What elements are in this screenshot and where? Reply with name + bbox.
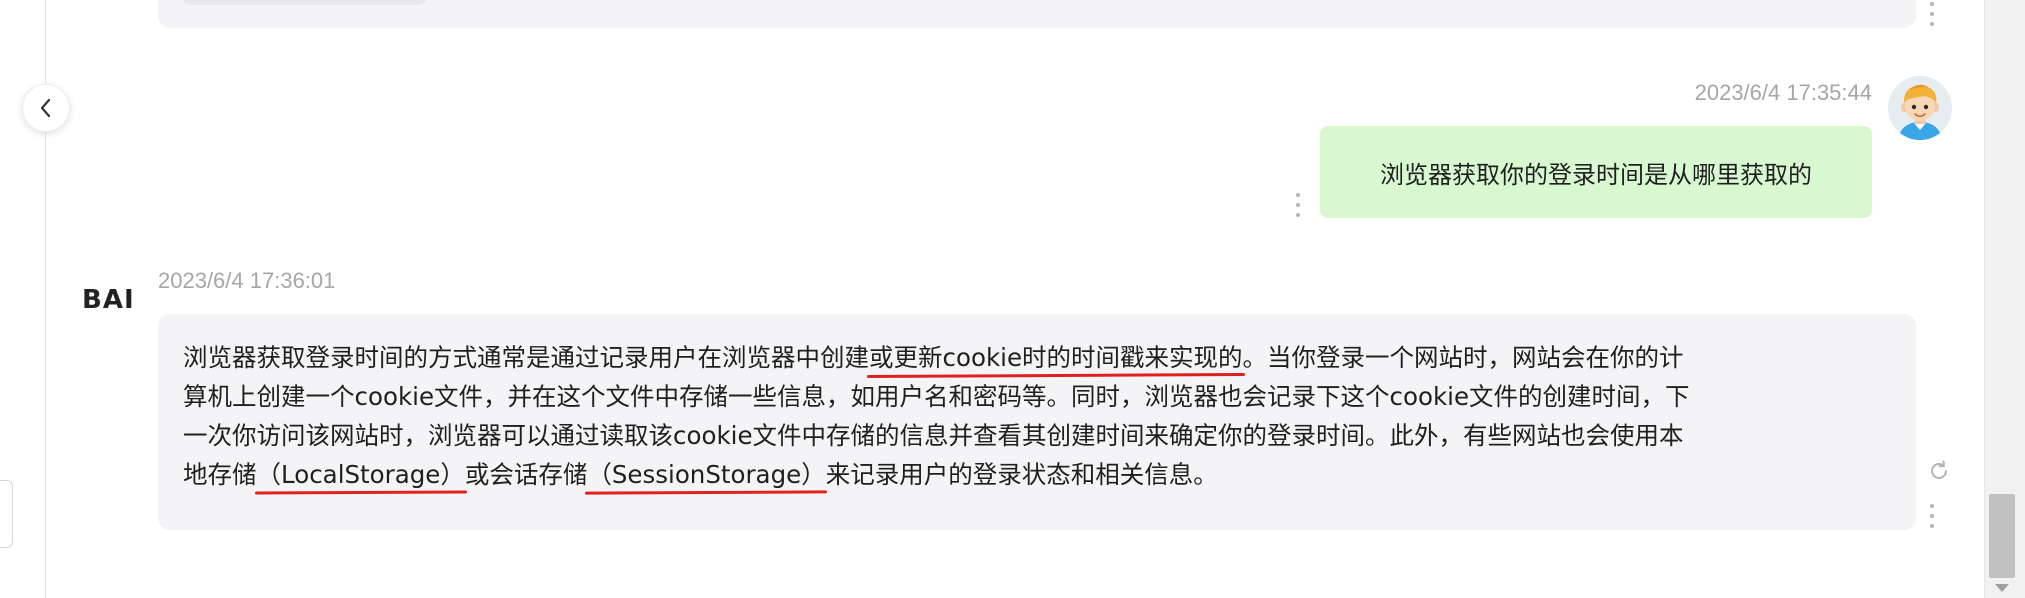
refresh-icon[interactable] bbox=[1928, 460, 1950, 482]
scrollbar-thumb[interactable] bbox=[1989, 494, 2015, 578]
text-segment: 地存储 bbox=[183, 460, 257, 489]
text-segment: 来记录用户的登录状态和相关信息。 bbox=[825, 460, 1218, 489]
user-avatar bbox=[1888, 76, 1952, 140]
left-panel-field[interactable] bbox=[0, 480, 13, 548]
ai-message-line-1: 浏览器获取登录时间的方式通常是通过记录用户在浏览器中创建或更新cookie时的时… bbox=[183, 338, 1890, 377]
text-segment: 。当你登录一个网站时，网站会在你的计 bbox=[1242, 343, 1684, 372]
ai-logo: BAI bbox=[82, 285, 135, 315]
user-message-menu-icon[interactable] bbox=[1294, 193, 1302, 217]
collapse-sidebar-button[interactable] bbox=[22, 84, 70, 132]
ai-message-text: 浏览器获取登录时间的方式通常是通过记录用户在浏览器中创建或更新cookie时的时… bbox=[183, 338, 1890, 494]
annotated-text-cookie: 或更新cookie时的时间戳来实现的 bbox=[869, 343, 1243, 372]
ai-message-line-3: 一次你访问该网站时，浏览器可以通过读取该cookie文件中存储的信息并查看其创建… bbox=[183, 421, 1684, 450]
text-segment: 浏览器获取登录时间的方式通常是通过记录用户在浏览器中创建 bbox=[183, 343, 869, 372]
previous-message-menu-icon[interactable] bbox=[1928, 2, 1936, 26]
text-segment: 或会话存储 bbox=[464, 460, 588, 489]
annotated-text-localstorage: （LocalStorage） bbox=[256, 460, 465, 489]
ai-message-bubble: 浏览器获取登录时间的方式通常是通过记录用户在浏览器中创建或更新cookie时的时… bbox=[158, 314, 1916, 530]
cartoon-user-avatar-icon bbox=[1888, 76, 1952, 140]
annotated-text-sessionstorage: （SessionStorage） bbox=[587, 460, 826, 489]
ai-message-line-4: 地存储（LocalStorage）或会话存储（SessionStorage）来记… bbox=[183, 455, 1890, 494]
user-message-timestamp: 2023/6/4 17:35:44 bbox=[1694, 80, 1872, 105]
ai-message-timestamp: 2023/6/4 17:36:01 bbox=[158, 268, 336, 293]
previous-message-bubble bbox=[158, 0, 1916, 28]
user-message-bubble: 浏览器获取你的登录时间是从哪里获取的 bbox=[1320, 126, 1872, 218]
chevron-left-icon bbox=[40, 98, 51, 118]
ai-message-menu-icon[interactable] bbox=[1928, 504, 1936, 528]
scroll-down-arrow-icon[interactable] bbox=[1995, 584, 2009, 592]
ai-message-line-2: 算机上创建一个cookie文件，并在这个文件中存储一些信息，如用户名和密码等。同… bbox=[183, 382, 1690, 411]
previous-message-attachment bbox=[182, 0, 428, 5]
vertical-scrollbar[interactable] bbox=[1984, 0, 2025, 598]
user-message-text: 浏览器获取你的登录时间是从哪里获取的 bbox=[1380, 160, 1812, 189]
chat-window: 2023/6/4 17:35:44 浏览器获取你的登录时间是从哪里获取的 BAI… bbox=[0, 0, 2025, 598]
